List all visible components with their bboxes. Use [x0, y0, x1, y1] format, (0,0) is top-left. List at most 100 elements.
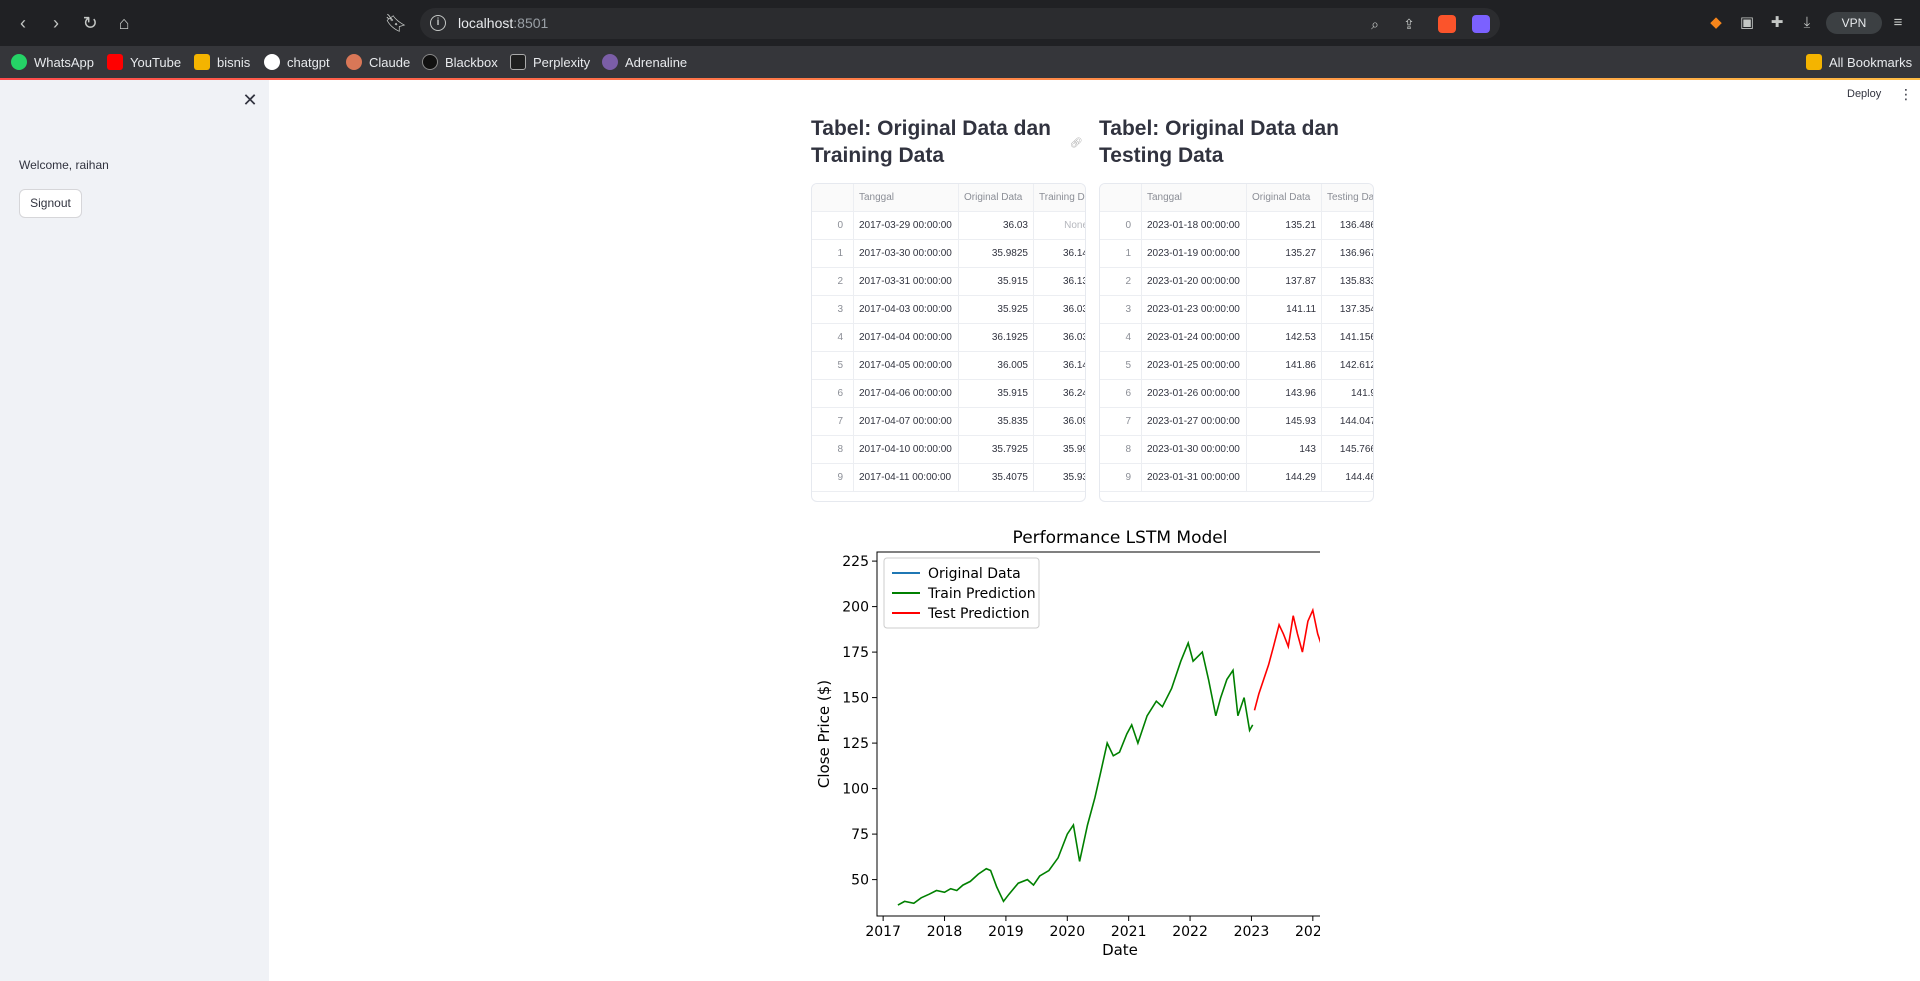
sidebar: ✕ Welcome, raihan Signout: [0, 80, 269, 981]
chatgpt-icon: [264, 54, 280, 70]
bookmark-bisnis[interactable]: bisnis: [194, 52, 250, 72]
whatsapp-icon: [11, 54, 27, 70]
table-cell-date: 2023-01-19 00:00:00: [1142, 240, 1247, 268]
table-cell-pred: 36.14: [1034, 240, 1085, 268]
table-row[interactable]: 4 2023-01-24 00:00:00 142.53 141.156: [1100, 324, 1373, 352]
table-cell-pred: 144.047: [1322, 408, 1373, 436]
url-text[interactable]: localhost:8501: [458, 15, 548, 31]
table-cell-date: 2017-03-29 00:00:00: [854, 212, 959, 240]
table-cell-orig: 135.27: [1247, 240, 1322, 268]
extension-icon[interactable]: ▣: [1737, 13, 1757, 33]
table-cell-date: 2017-03-31 00:00:00: [854, 268, 959, 296]
brave-shields-icon[interactable]: [1438, 15, 1456, 33]
browser-chrome: ‹ › ↻ ⌂ 🔖︎ i localhost:8501 ⌕ ⇪ ◆ ▣ ✚ ⤓ …: [0, 0, 1920, 78]
table-cell-pred: 36.24: [1034, 380, 1085, 408]
table-cell-date: 2023-01-18 00:00:00: [1142, 212, 1247, 240]
forward-icon[interactable]: ›: [44, 11, 68, 35]
table-cell-orig: 142.53: [1247, 324, 1322, 352]
vpn-button[interactable]: VPN: [1826, 12, 1882, 34]
table-row[interactable]: 7 2023-01-27 00:00:00 145.93 144.047: [1100, 408, 1373, 436]
table-row[interactable]: 7 2017-04-07 00:00:00 35.835 36.09: [812, 408, 1085, 436]
test-table-title: Tabel: Original Data dan Testing Data: [1099, 117, 1339, 167]
table-cell-pred: 36.09: [1034, 408, 1085, 436]
all-bookmarks[interactable]: All Bookmarks: [1806, 52, 1912, 72]
bookmark-youtube[interactable]: YouTube: [107, 52, 181, 72]
lstm-performance-chart: Performance LSTM Model 50 75 100 125 150 175 2…: [815, 528, 1320, 959]
table-row[interactable]: 3 2023-01-23 00:00:00 141.11 137.354: [1100, 296, 1373, 324]
table-cell-date: 2023-01-23 00:00:00: [1142, 296, 1247, 324]
brave-rewards-icon[interactable]: [1472, 15, 1490, 33]
table-cell-date: 2023-01-20 00:00:00: [1142, 268, 1247, 296]
bookmark-claude[interactable]: Claude: [346, 52, 410, 72]
column-header[interactable]: Training Data: [1034, 184, 1085, 212]
table-cell-orig: 35.835: [959, 408, 1034, 436]
table-cell-idx: 6: [1100, 380, 1142, 408]
table-cell-date: 2017-04-03 00:00:00: [854, 296, 959, 324]
y-tick-label: 200: [842, 600, 869, 616]
back-icon[interactable]: ‹: [11, 11, 35, 35]
extensions-puzzle-icon[interactable]: ✚: [1767, 13, 1787, 33]
download-icon[interactable]: ⤓: [1797, 13, 1817, 33]
table-row[interactable]: 6 2023-01-26 00:00:00 143.96 141.9: [1100, 380, 1373, 408]
zoom-icon[interactable]: ⌕: [1365, 14, 1385, 34]
table-cell-pred: 36.03: [1034, 296, 1085, 324]
table-row[interactable]: 2 2017-03-31 00:00:00 35.915 36.13: [812, 268, 1085, 296]
main-menu-icon[interactable]: ⋮: [1899, 86, 1913, 103]
home-icon[interactable]: ⌂: [112, 11, 136, 35]
table-row[interactable]: 2 2023-01-20 00:00:00 137.87 135.833: [1100, 268, 1373, 296]
table-cell-orig: 36.03: [959, 212, 1034, 240]
metamask-icon[interactable]: ◆: [1706, 13, 1726, 33]
menu-icon[interactable]: ≡: [1888, 13, 1908, 33]
table-row[interactable]: 1 2023-01-19 00:00:00 135.27 136.967: [1100, 240, 1373, 268]
table-cell-date: 2023-01-27 00:00:00: [1142, 408, 1247, 436]
adrenaline-icon: [602, 54, 618, 70]
link-icon[interactable]: 🔗︎: [1070, 138, 1083, 149]
table-cell-idx: 0: [812, 212, 854, 240]
table-row[interactable]: 0 2017-03-29 00:00:00 36.03 None: [812, 212, 1085, 240]
x-tick-label: 2024: [1295, 924, 1320, 940]
table-cell-date: 2023-01-25 00:00:00: [1142, 352, 1247, 380]
table-cell-idx: 4: [1100, 324, 1142, 352]
column-header[interactable]: Tanggal: [1142, 184, 1247, 212]
bookmark-chatgpt[interactable]: chatgpt: [264, 52, 330, 72]
close-sidebar-icon[interactable]: ✕: [240, 90, 260, 110]
column-header[interactable]: Original Data: [1247, 184, 1322, 212]
share-icon[interactable]: ⇪: [1399, 14, 1419, 34]
column-header[interactable]: Tanggal: [854, 184, 959, 212]
y-tick-label: 225: [842, 554, 869, 570]
column-header[interactable]: Original Data: [959, 184, 1034, 212]
deploy-button[interactable]: Deploy: [1847, 88, 1881, 100]
x-axis-label: Date: [1102, 941, 1138, 959]
y-tick-label: 150: [842, 691, 869, 707]
column-header[interactable]: Testing Data: [1322, 184, 1373, 212]
reload-icon[interactable]: ↻: [78, 11, 102, 35]
site-info-icon[interactable]: i: [430, 15, 446, 31]
table-cell-pred: 141.9: [1322, 380, 1373, 408]
address-bar[interactable]: i localhost:8501 ⌕ ⇪: [420, 8, 1500, 39]
table-row[interactable]: 4 2017-04-04 00:00:00 36.1925 36.03: [812, 324, 1085, 352]
table-cell-idx: 1: [812, 240, 854, 268]
table-row[interactable]: 5 2023-01-25 00:00:00 141.86 142.612: [1100, 352, 1373, 380]
x-tick-label: 2020: [1049, 924, 1085, 940]
table-cell-idx: 5: [812, 352, 854, 380]
table-cell-pred: 36.14: [1034, 352, 1085, 380]
bookmark-adrenaline[interactable]: Adrenaline: [602, 52, 687, 72]
bookmark-whatsapp[interactable]: WhatsApp: [11, 52, 94, 72]
bookmark-blackbox[interactable]: Blackbox: [422, 52, 498, 72]
y-tick-label: 50: [851, 873, 869, 889]
signout-button[interactable]: Signout: [19, 189, 82, 218]
table-cell-idx: 5: [1100, 352, 1142, 380]
bookmark-icon[interactable]: 🔖︎: [384, 11, 408, 35]
table-cell-pred: 141.156: [1322, 324, 1373, 352]
x-tick-label: 2022: [1172, 924, 1208, 940]
bookmark-perplexity[interactable]: Perplexity: [510, 52, 590, 72]
y-tick-label: 175: [842, 645, 869, 661]
table-header-row: Tanggal Original Data Testing Data: [1100, 184, 1373, 212]
table-row[interactable]: 1 2017-03-30 00:00:00 35.9825 36.14: [812, 240, 1085, 268]
table-row[interactable]: 6 2017-04-06 00:00:00 35.915 36.24: [812, 380, 1085, 408]
table-row[interactable]: 0 2023-01-18 00:00:00 135.21 136.486: [1100, 212, 1373, 240]
table-cell-idx: 4: [812, 324, 854, 352]
table-row[interactable]: 3 2017-04-03 00:00:00 35.925 36.03: [812, 296, 1085, 324]
table-row[interactable]: 5 2017-04-05 00:00:00 36.005 36.14: [812, 352, 1085, 380]
table-cell-date: 2017-04-04 00:00:00: [854, 324, 959, 352]
